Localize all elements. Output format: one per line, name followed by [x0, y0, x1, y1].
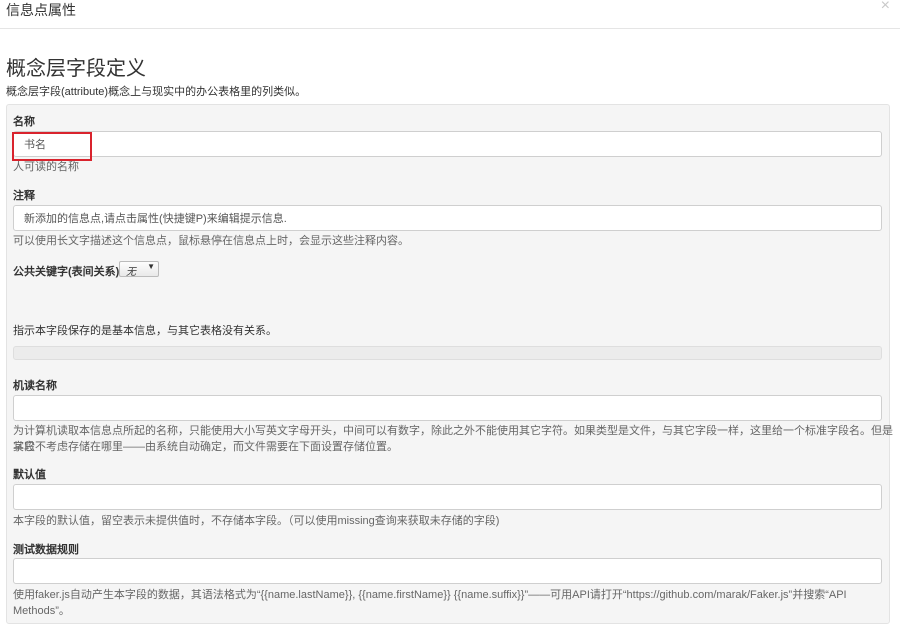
- comment-label: 注释: [13, 190, 35, 202]
- public-key-selected: 无: [126, 267, 136, 278]
- name-input[interactable]: [13, 131, 882, 157]
- test-rule-help: 使用faker.js自动产生本字段的数据，其语法格式为“{{name.lastN…: [13, 589, 847, 617]
- modal-title: 信息点属性: [6, 2, 76, 18]
- machine-name-help-line2: 字段不考虑存储在哪里——由系统自动确定，而文件需要在下面设置存储位置。: [13, 441, 398, 453]
- close-icon[interactable]: ×: [881, 0, 890, 15]
- public-key-help: 指示本字段保存的是基本信息，与其它表格没有关系。: [13, 325, 277, 337]
- test-rule-input[interactable]: [13, 558, 882, 584]
- public-key-label: 公共关键字(表间关系): [13, 266, 120, 278]
- machine-name-input[interactable]: [13, 395, 882, 421]
- comment-input[interactable]: [13, 205, 882, 231]
- default-value-input[interactable]: [13, 484, 882, 510]
- comment-help: 可以使用长文字描述这个信息点，鼠标悬停在信息点上时，会显示这些注释内容。: [13, 235, 409, 247]
- form-panel: [6, 104, 890, 624]
- name-help: 人可读的名称: [13, 161, 79, 173]
- name-label: 名称: [13, 116, 35, 128]
- section-title: 概念层字段定义: [6, 58, 146, 80]
- relation-bar: [13, 346, 882, 360]
- chevron-down-icon: ▼: [147, 262, 155, 271]
- machine-name-label: 机读名称: [13, 380, 57, 392]
- public-key-select[interactable]: 无 ▼: [119, 261, 159, 278]
- modal-header: 信息点属性 ×: [0, 0, 900, 29]
- default-value-help: 本字段的默认值，留空表示未提供值时，不存储本字段。（可以使用missing查询来…: [13, 515, 500, 527]
- section-description: 概念层字段(attribute)概念上与现实中的办公表格里的列类似。: [6, 86, 307, 98]
- test-rule-label: 测试数据规则: [13, 544, 79, 556]
- default-value-label: 默认值: [13, 469, 46, 481]
